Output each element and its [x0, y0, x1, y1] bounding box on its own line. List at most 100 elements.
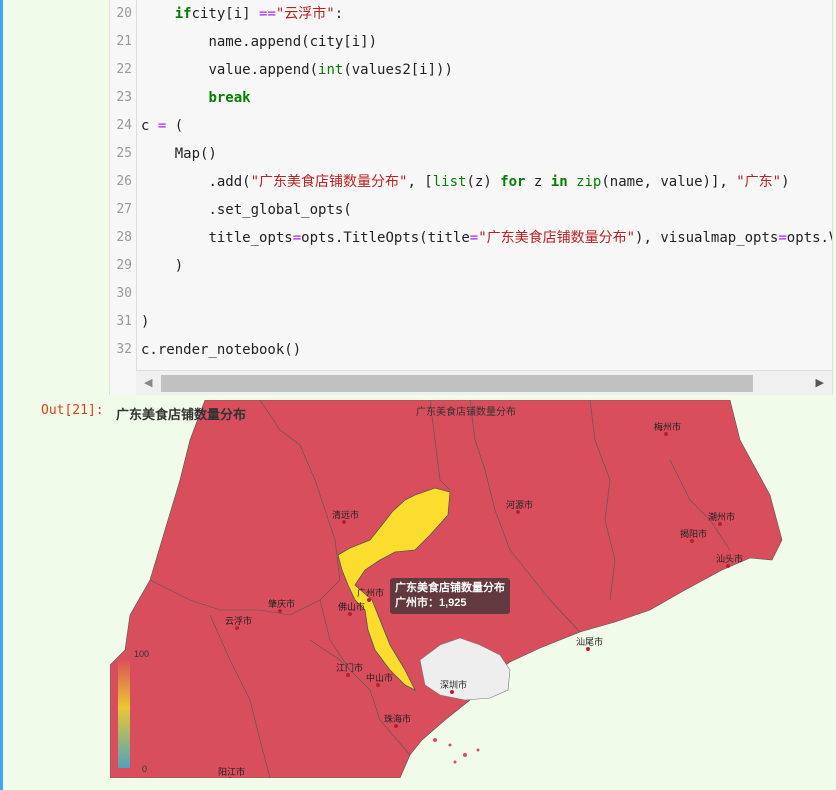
- city-label[interactable]: 云浮市: [225, 614, 252, 627]
- city-label[interactable]: 肇庆市: [268, 597, 295, 610]
- code-token: Map(): [174, 146, 217, 162]
- line-number: 24: [116, 118, 132, 133]
- code-text: .set_global_opts(: [141, 196, 351, 224]
- code-text: title_opts=opts.TitleOpts(title="广东美食店铺数…: [141, 224, 832, 252]
- visualmap-min-label: 0: [142, 764, 148, 774]
- tooltip-city: 广州市: [395, 597, 428, 609]
- city-label[interactable]: 汕头市: [716, 552, 743, 565]
- line-number: 32: [116, 342, 132, 357]
- scroll-right-arrow-icon[interactable]: ▶: [816, 376, 824, 389]
- legend-swatch[interactable]: [394, 405, 412, 414]
- code-token: for: [500, 174, 526, 190]
- code-token: value.append(: [208, 62, 319, 78]
- code-line[interactable]: 28 title_opts=opts.TitleOpts(title="广东美食…: [110, 224, 832, 252]
- line-number: 30: [116, 286, 132, 301]
- code-line[interactable]: 26 .add("广东美食店铺数量分布", [list(z) for z in …: [110, 168, 832, 196]
- code-text: .add("广东美食店铺数量分布", [list(z) for z in zip…: [141, 168, 790, 196]
- code-token: .add(: [208, 174, 251, 190]
- code-line[interactable]: 32 c.render_notebook(): [110, 336, 832, 364]
- code-line[interactable]: 21 name.append(city[i]): [110, 28, 832, 56]
- code-token: ): [781, 174, 790, 190]
- line-number: 20: [116, 6, 132, 21]
- city-label[interactable]: 珠海市: [384, 712, 411, 725]
- code-line[interactable]: 25 Map(): [110, 140, 832, 168]
- code-token: name.append(city[i]): [208, 34, 378, 50]
- line-number: 27: [116, 202, 132, 217]
- tooltip-value: 1,925: [439, 597, 467, 609]
- city-label[interactable]: 中山市: [366, 671, 393, 684]
- horizontal-scrollbar[interactable]: ◀ ▶: [136, 370, 832, 395]
- code-token: in: [550, 174, 568, 190]
- code-line[interactable]: 22 value.append(int(values2[i])): [110, 56, 832, 84]
- code-text: ): [141, 308, 149, 336]
- city-label[interactable]: 清远市: [332, 508, 359, 521]
- map-chart[interactable]: 广东美食店铺数量分布 广东美食店铺数量分布 梅州市清远市 河源市潮州市 揭阳市 汕头市…: [110, 400, 784, 778]
- city-label[interactable]: 潮州市: [708, 510, 735, 523]
- code-token: ), visualmap_opts: [635, 230, 779, 246]
- city-label[interactable]: 广州市: [357, 586, 384, 599]
- code-line[interactable]: 31): [110, 308, 832, 336]
- code-token: list: [432, 174, 467, 190]
- visualmap-gradient-bar[interactable]: [118, 658, 130, 768]
- city-label[interactable]: 江门市: [336, 661, 363, 674]
- code-token: =: [469, 230, 479, 246]
- city-label[interactable]: 阳江市: [218, 765, 245, 778]
- code-text: name.append(city[i]): [141, 28, 377, 56]
- code-token: break: [208, 90, 251, 106]
- code-token: =: [778, 230, 787, 246]
- line-number: 26: [116, 174, 132, 189]
- chart-title: 广东美食店铺数量分布: [116, 407, 247, 422]
- output-prompt: Out[21]:: [41, 403, 104, 418]
- code-token: (name, value)],: [601, 174, 737, 190]
- code-text: c = (: [141, 112, 183, 140]
- code-token: "广东美食店铺数量分布": [250, 174, 408, 190]
- line-number: 23: [116, 90, 132, 105]
- code-token: ): [174, 258, 184, 274]
- code-text: ifcity[i] =="云浮市":: [141, 0, 343, 28]
- code-token: int: [318, 62, 344, 78]
- line-number: 29: [116, 258, 132, 273]
- line-number: 21: [116, 34, 132, 49]
- map-tooltip: 广东美食店铺数量分布 广州市：1,925: [390, 578, 510, 614]
- code-line[interactable]: 20 ifcity[i] =="云浮市":: [110, 0, 832, 28]
- line-number: 22: [116, 62, 132, 77]
- code-line[interactable]: 27 .set_global_opts(: [110, 196, 832, 224]
- code-text: ): [141, 252, 183, 280]
- code-token: z: [525, 174, 551, 190]
- code-token: (z): [466, 174, 501, 190]
- code-text: c.render_notebook(): [141, 336, 301, 364]
- city-label[interactable]: 汕尾市: [576, 635, 603, 648]
- code-line[interactable]: 29 ): [110, 252, 832, 280]
- city-label[interactable]: 深圳市: [440, 678, 467, 691]
- code-editor[interactable]: 20 ifcity[i] =="云浮市": 21 name.append(city…: [109, 0, 833, 395]
- city-label[interactable]: 河源市: [506, 498, 533, 511]
- code-line[interactable]: 23 break: [110, 84, 832, 112]
- scroll-left-arrow-icon[interactable]: ◀: [144, 376, 152, 389]
- city-label[interactable]: 佛山市: [338, 600, 365, 613]
- code-token: "云浮市": [275, 6, 335, 22]
- code-token: =: [292, 230, 302, 246]
- code-text: Map(): [141, 140, 217, 168]
- code-line[interactable]: 30: [110, 280, 832, 308]
- code-token: if: [174, 6, 192, 22]
- scrollbar-thumb[interactable]: [161, 375, 753, 392]
- visualmap-max-label: 100: [134, 649, 150, 659]
- city-label[interactable]: 揭阳市: [680, 527, 707, 540]
- legend-label[interactable]: 广东美食店铺数量分布: [416, 403, 516, 418]
- city-label[interactable]: 梅州市: [654, 420, 681, 433]
- line-number: 25: [116, 146, 132, 161]
- code-line[interactable]: 24 c = (: [110, 112, 832, 140]
- code-token: (: [166, 118, 184, 134]
- code-token: "广东": [736, 174, 782, 190]
- code-token: c.render_notebook(): [141, 342, 302, 358]
- code-token: opts.TitleOpts(title: [301, 230, 470, 246]
- code-token: ==: [259, 6, 276, 22]
